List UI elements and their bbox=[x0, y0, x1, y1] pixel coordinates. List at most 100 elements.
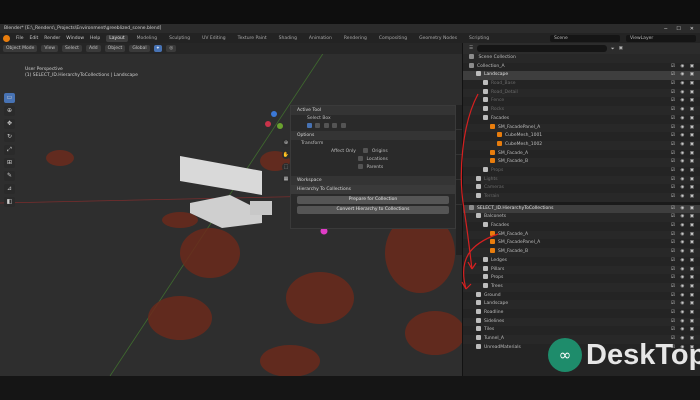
close-icon[interactable]: ✕ bbox=[690, 26, 694, 32]
object-mode-dropdown[interactable]: Object Mode bbox=[3, 45, 38, 52]
visibility-toggle-icons[interactable]: ☑ ◉ ▣ bbox=[671, 248, 696, 257]
proportional-editing-icon[interactable]: ◎ bbox=[166, 45, 177, 52]
mode-intersect-icon[interactable] bbox=[340, 123, 346, 128]
options-header[interactable]: Options bbox=[291, 131, 455, 140]
new-collection-icon[interactable]: ▣ bbox=[619, 46, 623, 51]
annotate-tool-icon[interactable]: ✎ bbox=[4, 171, 15, 181]
menu-help[interactable]: Help bbox=[90, 36, 100, 41]
tab-uv-editing[interactable]: UV Editing bbox=[199, 35, 228, 42]
maximize-icon[interactable]: ☐ bbox=[676, 26, 680, 32]
convert-hierarchy-button[interactable]: Convert Hierarchy to Collections bbox=[297, 206, 449, 214]
menu-edit[interactable]: Edit bbox=[30, 36, 39, 41]
prepare-for-collection-button[interactable]: Prepare for Collection bbox=[297, 196, 449, 204]
mode-set-icon[interactable] bbox=[307, 123, 312, 128]
mode-invert-icon[interactable] bbox=[332, 123, 338, 128]
x-axis-icon[interactable] bbox=[265, 121, 271, 127]
visibility-toggle-icons[interactable]: ☑ ◉ ▣ bbox=[671, 71, 696, 80]
tab-geometry-nodes[interactable]: Geometry Nodes bbox=[416, 35, 460, 42]
tab-shading[interactable]: Shading bbox=[276, 35, 300, 42]
visibility-toggle-icons[interactable]: ☑ ◉ ▣ bbox=[671, 213, 696, 222]
visibility-toggle-icons[interactable]: ☑ ◉ ▣ bbox=[671, 231, 696, 240]
visibility-toggle-icons[interactable]: ☑ ◉ ▣ bbox=[671, 97, 696, 106]
view-layer-selector[interactable]: ViewLayer bbox=[626, 34, 696, 42]
scale-tool-icon[interactable]: ⤢ bbox=[4, 145, 15, 155]
visibility-toggle-icons[interactable]: ☑ ◉ ▣ bbox=[671, 115, 696, 124]
visibility-toggle-icons[interactable]: ☑ ◉ ▣ bbox=[671, 326, 696, 335]
tab-texture-paint[interactable]: Texture Paint bbox=[235, 35, 270, 42]
cursor-tool-icon[interactable]: ⊕ bbox=[4, 106, 15, 116]
tab-sculpting[interactable]: Sculpting bbox=[166, 35, 193, 42]
outliner-row[interactable]: Landscape ☑ ◉ ▣ bbox=[463, 71, 700, 81]
tab-animation[interactable]: Animation bbox=[306, 35, 335, 42]
visibility-toggle-icons[interactable]: ☑ ◉ ▣ bbox=[671, 106, 696, 115]
view-menu[interactable]: View bbox=[41, 45, 59, 52]
tab-modeling[interactable]: Modeling bbox=[134, 35, 160, 42]
ortho-toggle-icon[interactable]: ▦ bbox=[282, 175, 290, 183]
workspace-header[interactable]: Workspace bbox=[291, 176, 455, 185]
visibility-toggle-icons[interactable]: ☑ ◉ ▣ bbox=[671, 318, 696, 327]
pan-icon[interactable]: ✋ bbox=[282, 151, 290, 159]
visibility-toggle-icons[interactable]: ☑ ◉ ▣ bbox=[671, 63, 696, 72]
menu-window[interactable]: Window bbox=[66, 36, 84, 41]
visibility-toggle-icons[interactable]: ☑ ◉ ▣ bbox=[671, 309, 696, 318]
visibility-toggle-icons[interactable]: ☑ ◉ ▣ bbox=[671, 300, 696, 309]
visibility-toggle-icons[interactable]: ☑ ◉ ▣ bbox=[671, 89, 696, 98]
tab-compositing[interactable]: Compositing bbox=[376, 35, 410, 42]
move-tool-icon[interactable]: ✥ bbox=[4, 119, 15, 129]
origins-checkbox[interactable] bbox=[363, 148, 369, 153]
visibility-toggle-icons[interactable]: ☑ ◉ ▣ bbox=[671, 167, 696, 176]
object-menu[interactable]: Object bbox=[104, 45, 126, 52]
visibility-toggle-icons[interactable]: ☑ ◉ ▣ bbox=[671, 283, 696, 292]
z-axis-icon[interactable] bbox=[271, 111, 277, 117]
visibility-toggle-icons[interactable]: ☑ ◉ ▣ bbox=[671, 292, 696, 301]
transform-tool-icon[interactable]: ⊞ bbox=[4, 158, 15, 168]
visibility-toggle-icons[interactable]: ☑ ◉ ▣ bbox=[671, 158, 696, 167]
blender-logo-icon[interactable] bbox=[3, 34, 10, 42]
camera-view-icon[interactable]: ⬚ bbox=[282, 163, 290, 171]
visibility-toggle-icons[interactable]: ☑ ◉ ▣ bbox=[671, 132, 696, 141]
tab-layout[interactable]: Layout bbox=[106, 34, 128, 42]
visibility-toggle-icons[interactable]: ☑ ◉ ▣ bbox=[671, 124, 696, 133]
visibility-toggle-icons[interactable]: ☑ ◉ ▣ bbox=[671, 150, 696, 159]
menu-render[interactable]: Render bbox=[44, 36, 60, 41]
snap-icon[interactable]: ⌖ bbox=[153, 45, 163, 52]
navigation-gizmo[interactable] bbox=[265, 111, 285, 139]
y-axis-icon[interactable] bbox=[277, 123, 283, 129]
visibility-toggle-icons[interactable]: ☑ ◉ ▣ bbox=[671, 176, 696, 185]
rotate-tool-icon[interactable]: ↻ bbox=[4, 132, 15, 142]
add-menu[interactable]: Add bbox=[85, 45, 101, 52]
minimize-icon[interactable]: ─ bbox=[664, 26, 667, 32]
filter-icon[interactable]: ⏷ bbox=[611, 46, 615, 52]
transform-orientation-dropdown[interactable]: Global bbox=[129, 45, 150, 52]
scene-selector[interactable]: Scene bbox=[550, 34, 620, 42]
outliner-search-input[interactable] bbox=[477, 45, 608, 52]
mode-extend-icon[interactable] bbox=[315, 123, 321, 128]
tab-rendering[interactable]: Rendering bbox=[341, 35, 370, 42]
measure-tool-icon[interactable]: ⊿ bbox=[4, 184, 15, 194]
transform-subheader[interactable]: Transform bbox=[291, 140, 455, 148]
visibility-toggle-icons[interactable]: ☑ ◉ ▣ bbox=[671, 222, 696, 231]
menu-file[interactable]: File bbox=[16, 36, 24, 41]
visibility-toggle-icons[interactable]: ☑ ◉ ▣ bbox=[671, 80, 696, 89]
3d-viewport[interactable]: Object Mode View Select Add Object Globa… bbox=[0, 43, 462, 376]
mode-subtract-icon[interactable] bbox=[323, 123, 329, 128]
visibility-toggle-icons[interactable]: ☑ ◉ ▣ bbox=[671, 266, 696, 275]
active-tool-header[interactable]: Active Tool bbox=[291, 106, 455, 115]
select-box-tool-icon[interactable]: ▭ bbox=[4, 93, 15, 103]
tab-scripting[interactable]: Scripting bbox=[466, 35, 492, 42]
visibility-toggle-icons[interactable]: ☑ ◉ ▣ bbox=[671, 257, 696, 266]
add-cube-tool-icon[interactable]: ◧ bbox=[4, 197, 15, 207]
zoom-icon[interactable]: ⊕ bbox=[282, 139, 290, 147]
parents-checkbox[interactable] bbox=[358, 164, 363, 169]
scene-collection-row[interactable]: Scene Collection bbox=[463, 54, 700, 63]
select-menu[interactable]: Select bbox=[62, 45, 82, 52]
visibility-toggle-icons[interactable]: ☑ ◉ ▣ bbox=[671, 193, 696, 202]
visibility-toggle-icons[interactable]: ☑ ◉ ▣ bbox=[671, 205, 696, 214]
h2c-header[interactable]: Hierarchy To Collections bbox=[291, 185, 455, 194]
outliner-row[interactable]: Collection_A ☑ ◉ ▣ bbox=[463, 62, 700, 72]
visibility-toggle-icons[interactable]: ☑ ◉ ▣ bbox=[671, 141, 696, 150]
visibility-toggle-icons[interactable]: ☑ ◉ ▣ bbox=[671, 274, 696, 283]
display-mode-icon[interactable]: ☰ bbox=[469, 46, 473, 51]
locations-checkbox[interactable] bbox=[358, 156, 363, 161]
visibility-toggle-icons[interactable]: ☑ ◉ ▣ bbox=[671, 239, 696, 248]
